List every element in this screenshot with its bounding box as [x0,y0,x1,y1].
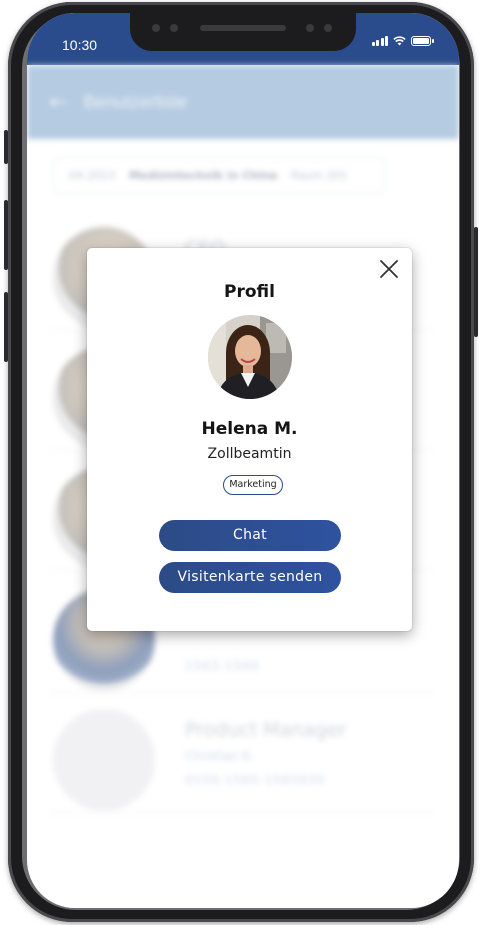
sensor-dot [324,24,332,32]
phone-screen: 10:30 ← Benutzerliste .04.2023 Medizinte… [27,13,459,908]
dialog-title: Profil [224,282,275,302]
wifi-icon [393,36,406,46]
profile-dialog: Profil Helena M. Zollbeamtin Marketing C… [87,248,412,631]
volume-up-button [4,200,8,270]
send-business-card-button[interactable]: Visitenkarte senden [159,562,341,593]
sensor-dot [306,24,314,32]
speaker-grille [200,25,286,31]
status-bar: 10:30 [27,13,459,65]
camera-dot [170,24,178,32]
department-tag: Marketing [223,475,283,495]
battery-icon [411,35,434,46]
mute-switch [4,130,8,164]
volume-down-button [4,292,8,362]
profile-name: Helena M. [201,419,298,439]
sensor-dot [152,24,160,32]
close-icon[interactable] [378,258,400,280]
cellular-signal-icon [371,35,388,46]
chat-button[interactable]: Chat [159,520,341,551]
profile-photo [208,315,292,399]
status-time: 10:30 [62,37,98,53]
profile-photo-image [208,315,292,399]
status-icons [371,35,434,46]
notch [130,13,356,51]
power-button [474,227,478,337]
profile-job-title: Zollbeamtin [207,446,292,462]
